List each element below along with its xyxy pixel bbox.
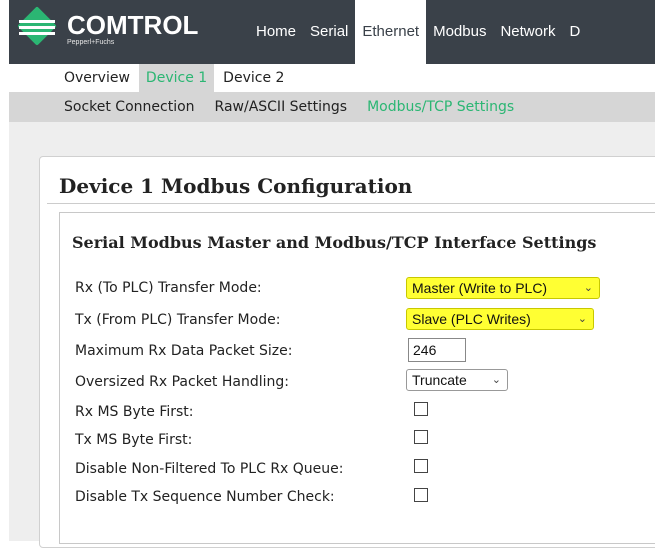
rx-ms-byte-checkbox[interactable] xyxy=(414,402,428,416)
nav-serial[interactable]: Serial xyxy=(303,0,355,64)
disable-tx-seq-label: Disable Tx Sequence Number Check: xyxy=(75,489,335,505)
tab-overview[interactable]: Overview xyxy=(57,64,137,92)
nav-ethernet[interactable]: Ethernet xyxy=(355,0,427,64)
rx-ms-byte-label: Rx MS Byte First: xyxy=(75,404,194,420)
disable-nonfiltered-checkbox[interactable] xyxy=(414,459,428,473)
disable-nonfiltered-label: Disable Non-Filtered To PLC Rx Queue: xyxy=(75,461,344,477)
tx-ms-byte-checkbox[interactable] xyxy=(414,430,428,444)
logo-bars-icon xyxy=(19,20,55,36)
brand-name: COMTROL xyxy=(67,10,199,40)
tx-ms-byte-label: Tx MS Byte First: xyxy=(75,432,193,448)
tx-mode-value: Slave (PLC Writes) xyxy=(412,311,531,327)
rx-mode-select[interactable]: Master (Write to PLC) ⌄ xyxy=(406,277,600,299)
page-title: Device 1 Modbus Configuration xyxy=(59,174,413,198)
max-rx-label: Maximum Rx Data Packet Size: xyxy=(75,343,293,359)
disable-tx-seq-checkbox[interactable] xyxy=(414,488,428,502)
tx-mode-label: Tx (From PLC) Transfer Mode: xyxy=(75,312,281,328)
tab-raw-ascii-settings[interactable]: Raw/ASCII Settings xyxy=(205,92,358,122)
max-rx-input[interactable]: 246 xyxy=(408,338,466,362)
chevron-down-icon: ⌄ xyxy=(583,282,593,294)
oversized-label: Oversized Rx Packet Handling: xyxy=(75,374,289,390)
chevron-down-icon: ⌄ xyxy=(491,374,501,386)
nav-modbus[interactable]: Modbus xyxy=(426,0,493,64)
tab-modbus-tcp-settings[interactable]: Modbus/TCP Settings xyxy=(357,92,524,122)
rx-mode-value: Master (Write to PLC) xyxy=(412,280,548,296)
oversized-value: Truncate xyxy=(412,372,467,388)
tab-socket-connection[interactable]: Socket Connection xyxy=(54,92,205,122)
device-tabs: Overview Device 1 Device 2 xyxy=(9,64,655,92)
brand-subtitle: Pepperl+Fuchs xyxy=(67,39,115,46)
oversized-select[interactable]: Truncate ⌄ xyxy=(406,369,508,391)
tab-device-1[interactable]: Device 1 xyxy=(138,64,215,92)
tab-device-2[interactable]: Device 2 xyxy=(216,64,291,92)
main-nav: Home Serial Ethernet Modbus Network D xyxy=(249,0,587,64)
section-title: Serial Modbus Master and Modbus/TCP Inte… xyxy=(72,233,597,252)
chevron-down-icon: ⌄ xyxy=(577,313,587,325)
title-divider xyxy=(47,203,655,204)
tx-mode-select[interactable]: Slave (PLC Writes) ⌄ xyxy=(406,308,594,330)
settings-tabs: Socket Connection Raw/ASCII Settings Mod… xyxy=(9,92,655,122)
nav-diagnostics[interactable]: D xyxy=(562,0,587,64)
rx-mode-label: Rx (To PLC) Transfer Mode: xyxy=(75,280,262,296)
nav-home[interactable]: Home xyxy=(249,0,303,64)
nav-network[interactable]: Network xyxy=(493,0,562,64)
brand-logo[interactable]: COMTROL Pepperl+Fuchs xyxy=(9,0,235,64)
top-nav-bar: COMTROL Pepperl+Fuchs Home Serial Ethern… xyxy=(9,0,655,64)
